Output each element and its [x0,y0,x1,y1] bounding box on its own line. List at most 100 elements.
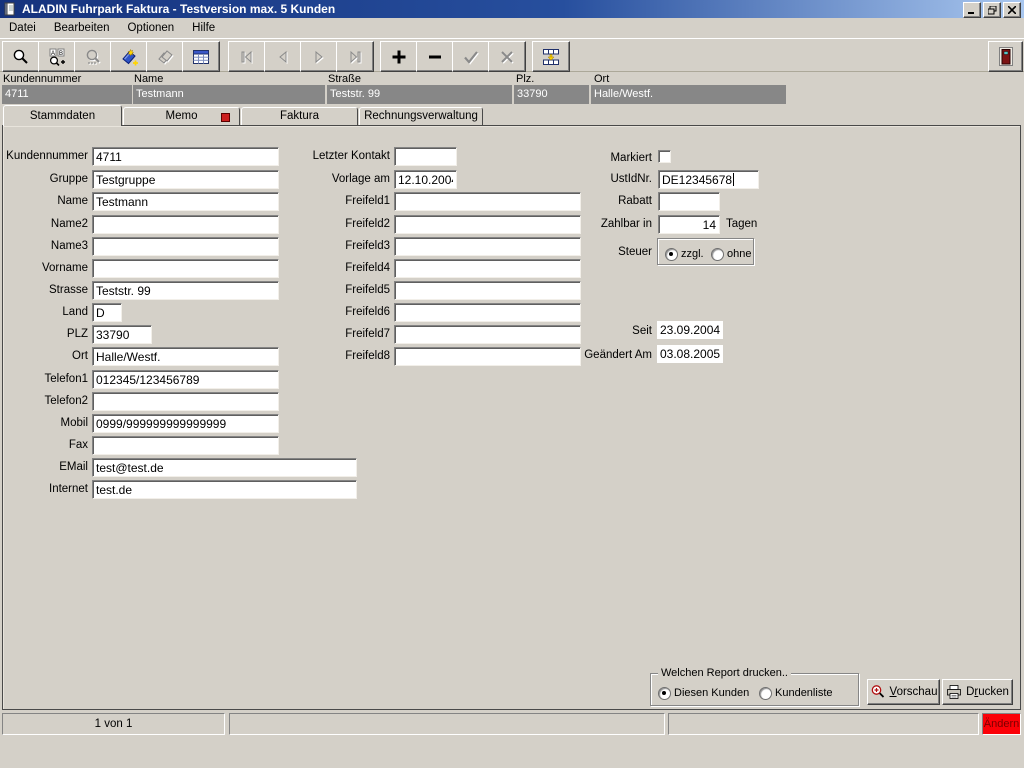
cancel-button[interactable] [488,41,526,72]
search-more-button[interactable] [74,41,112,72]
grid-col-plz: Plz. [516,73,534,85]
tab-faktura-label: Faktura [280,110,319,122]
status-bar: 1 von 1 Ändern [0,712,1024,737]
svg-text:A: A [51,51,55,57]
label-fax: Fax [0,439,88,451]
vorschau-label: Vorschau [890,686,938,698]
app-icon [3,2,17,16]
tab-memo[interactable]: Memo [123,107,240,125]
label-kundennummer: Kundennummer [0,150,88,162]
exit-button[interactable] [988,41,1023,72]
label-geaendert-am: Geändert Am [540,349,652,361]
input-mobil[interactable] [92,414,279,433]
input-email[interactable] [92,458,357,477]
search-more-icon [83,47,103,67]
restore-icon [988,6,997,15]
status-panel-3 [668,713,979,735]
label-vorlage-am: Vorlage am [290,173,390,185]
input-freifeld6[interactable] [394,303,581,322]
steuer-ohne-radio[interactable] [711,246,724,264]
steuer-zzgl-label: zzgl. [681,248,707,260]
table-view-button[interactable] [182,41,220,72]
status-record-count: 1 von 1 [2,713,225,735]
first-record-button[interactable] [228,41,266,72]
input-fax[interactable] [92,436,279,455]
drucken-label: Drucken [966,686,1009,698]
last-record-icon [345,47,365,67]
minimize-button[interactable] [963,2,981,18]
new-entry-button[interactable] [110,41,148,72]
close-button[interactable] [1003,2,1021,18]
label-zahlbar-in: Zahlbar in [540,218,652,230]
label-freifeld3: Freifeld3 [290,240,390,252]
status-panel-2 [229,713,665,735]
input-land[interactable] [92,303,122,322]
report-group-title: Welchen Report drucken.. [658,667,791,679]
import-table-button[interactable] [532,41,570,72]
input-gruppe[interactable] [92,170,279,189]
input-strasse[interactable] [92,281,279,300]
radio-selected-icon [658,687,671,700]
record-cell-kundennummer: 4711 [2,85,132,104]
label-seit: Seit [540,325,652,337]
input-zahlbar-in[interactable] [658,215,720,234]
input-ustidnr[interactable] [658,170,759,189]
radio-icon [759,687,772,700]
input-ort[interactable] [92,347,279,366]
input-freifeld5[interactable] [394,281,581,300]
input-vorlage-am[interactable] [394,170,457,189]
menu-hilfe[interactable]: Hilfe [183,20,224,36]
input-internet[interactable] [92,480,357,499]
input-kundennummer[interactable] [92,147,279,166]
menu-bearbeiten[interactable]: Bearbeiten [45,20,119,36]
restore-button[interactable] [983,2,1001,18]
input-vorname[interactable] [92,259,279,278]
label-name2: Name2 [0,218,88,230]
tab-faktura[interactable]: Faktura [241,107,358,125]
radio-selected-icon [665,248,678,261]
tab-rechnungsverwaltung[interactable]: Rechnungsverwaltung [359,107,483,125]
delete-record-button[interactable] [416,41,454,72]
input-name2[interactable] [92,215,279,234]
label-freifeld5: Freifeld5 [290,284,390,296]
table-view-icon [191,47,211,67]
preview-magnifier-icon [870,684,886,700]
drucken-button[interactable]: Drucken [942,679,1013,705]
new-entry-icon [119,47,139,67]
minimize-icon [968,7,976,14]
label-rabatt: Rabatt [540,195,652,207]
label-mobil: Mobil [0,417,88,429]
report-kundenliste-radio[interactable] [759,685,772,703]
input-name[interactable] [92,192,279,211]
delete-record-icon [425,47,445,67]
tab-stammdaten[interactable]: Stammdaten [3,105,122,126]
add-record-button[interactable] [380,41,418,72]
confirm-button[interactable] [452,41,490,72]
input-freifeld4[interactable] [394,259,581,278]
steuer-zzgl-radio[interactable] [665,246,678,264]
input-letzter-kontakt[interactable] [394,147,457,166]
label-email: EMail [0,461,88,473]
search-button[interactable] [2,41,40,72]
input-rabatt[interactable] [658,192,720,211]
input-telefon1[interactable] [92,370,279,389]
input-plz[interactable] [92,325,152,344]
last-record-button[interactable] [336,41,374,72]
input-telefon2[interactable] [92,392,279,411]
prev-record-button[interactable] [264,41,302,72]
input-name3[interactable] [92,237,279,256]
label-tagen: Tagen [726,218,766,230]
markiert-checkbox[interactable] [658,150,671,163]
vorschau-button[interactable]: Vorschau [867,679,940,705]
label-freifeld4: Freifeld4 [290,262,390,274]
menu-datei[interactable]: Datei [0,20,45,36]
copy-button[interactable] [146,41,184,72]
menu-optionen[interactable]: Optionen [118,20,183,36]
record-cell-plz: 33790 [514,85,589,104]
label-telefon1: Telefon1 [0,373,88,385]
tab-stammdaten-label: Stammdaten [30,110,95,122]
label-freifeld7: Freifeld7 [290,328,390,340]
search-by-name-button[interactable]: A B [38,41,76,72]
report-diesen-kunden-radio[interactable] [658,685,671,703]
next-record-button[interactable] [300,41,338,72]
